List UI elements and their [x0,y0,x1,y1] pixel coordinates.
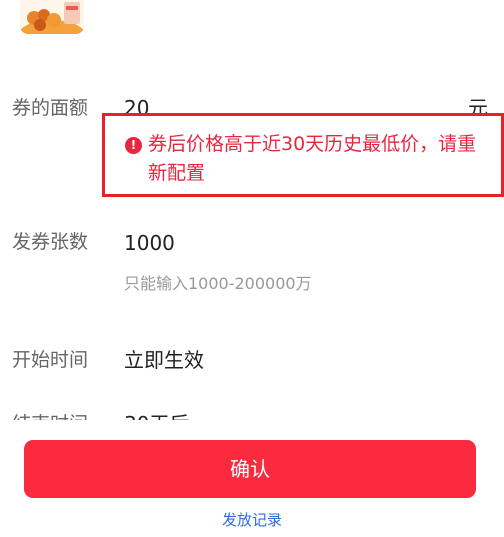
issue-record-link[interactable]: 发放记录 [0,509,504,530]
quantity-hint: 只能输入1000-200000万 [124,274,312,293]
quantity-label: 发券张数 [12,231,89,253]
confirm-button[interactable]: 确认 [24,440,476,498]
end-time-row[interactable]: 结束时间 30天后 [0,408,504,420]
error-icon: ! [125,137,142,154]
bottom-action-bar: 确认 发放记录 [0,420,504,537]
start-time-row[interactable]: 开始时间 立即生效 [0,348,504,378]
end-time-value[interactable]: 30天后 [124,412,189,420]
start-time-label: 开始时间 [12,349,89,371]
start-time-value[interactable]: 立即生效 [124,348,204,372]
amount-label: 券的面额 [12,97,89,119]
end-time-label: 结束时间 [12,412,88,420]
error-message: 券后价格高于近30天历史最低价，请重新配置 [148,133,477,184]
quantity-input[interactable]: 1000 [124,231,175,255]
error-tooltip: ! 券后价格高于近30天历史最低价，请重新配置 [102,113,504,197]
quantity-row: 发券张数 1000 只能输入1000-200000万 [0,230,504,310]
product-thumbnail [20,0,84,34]
